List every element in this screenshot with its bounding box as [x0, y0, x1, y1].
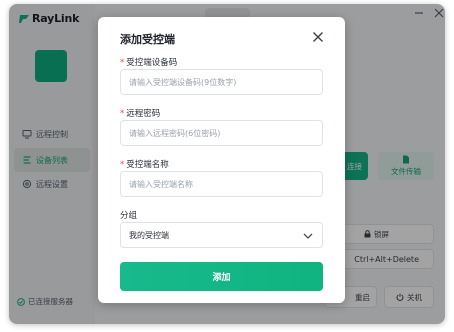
- required-mark: *: [120, 58, 125, 68]
- remote-password-input[interactable]: [120, 120, 323, 146]
- device-code-input[interactable]: [120, 69, 323, 95]
- group-label: 分组: [120, 211, 138, 221]
- required-mark: *: [120, 160, 125, 170]
- group-select-value: 我的受控端: [129, 230, 169, 240]
- add-button[interactable]: 添加: [120, 262, 323, 291]
- dialog-title: 添加受控端: [120, 33, 175, 46]
- add-device-dialog: 添加受控端 *受控端设备码 *远程密码 *受控端名称 分组 我的受控端 添加: [98, 17, 345, 303]
- device-code-label-text: 受控端设备码: [126, 58, 178, 68]
- device-name-label: * 受控端名称: [120, 158, 169, 170]
- remote-password-label-text: 远程密码: [126, 109, 161, 119]
- device-code-label: * 受控端设备码: [120, 56, 177, 68]
- close-icon[interactable]: [311, 30, 325, 44]
- group-select[interactable]: 我的受控端: [120, 222, 323, 248]
- chevron-down-icon: [303, 233, 313, 239]
- device-name-input[interactable]: [120, 171, 323, 197]
- device-name-label-text: 受控端名称: [126, 160, 169, 170]
- required-mark: *: [120, 109, 125, 119]
- remote-password-label: * 远程密码: [120, 107, 160, 119]
